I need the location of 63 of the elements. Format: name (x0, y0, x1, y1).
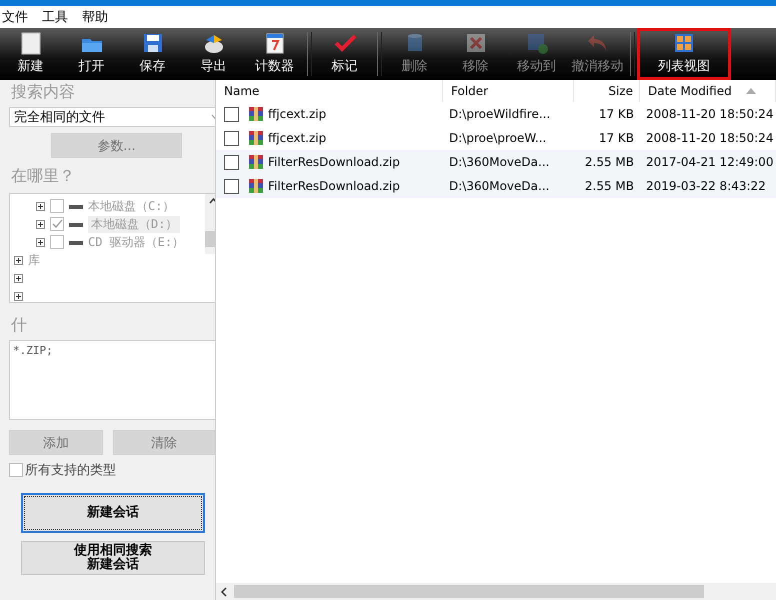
patterns-field[interactable]: *.ZIP; (9, 340, 215, 420)
column-header[interactable]: Name (216, 80, 443, 102)
expand-icon[interactable] (14, 256, 23, 264)
horizontal-scrollbar[interactable] (216, 583, 776, 600)
folder-cell-text: D:\360MoveDa... (448, 155, 550, 169)
date-cell-text: 2008-11-20 18:50:24 (645, 131, 774, 145)
section-heading: 在哪里？ (11, 166, 76, 187)
toolbar-button[interactable]: 列表视图 (637, 28, 731, 80)
folder-cell-text: D:\proe\proeW... (448, 131, 548, 145)
file-name: FilterResDownload.zip (268, 155, 400, 169)
folder-cell-text: D:\proeWildfire... (448, 107, 552, 121)
date-cell-text: 2019-03-22 8:43:22 (645, 179, 767, 193)
menu-item[interactable]: 帮助 (82, 8, 108, 26)
checkbox-label: 所有支持的类型 (25, 462, 116, 479)
checkbox[interactable] (50, 199, 64, 213)
toolbar-button[interactable]: 导出 (183, 28, 244, 80)
date-cell-text: 2008-11-20 18:50:24 (645, 107, 774, 121)
expand-icon[interactable] (14, 274, 23, 282)
toolbar-button[interactable]: 新建 (0, 28, 61, 80)
row-checkbox[interactable] (224, 130, 239, 146)
section-heading: 搜索内容 (11, 82, 76, 103)
size-cell-text: 17 KB (598, 131, 635, 145)
date-cell-text: 2017-04-21 12:49:00 (645, 155, 774, 169)
menu-item[interactable]: 文件 (2, 8, 28, 26)
column-header[interactable]: Size (574, 80, 640, 102)
size-cell-text: 2.55 MB (584, 155, 635, 169)
drive-icon (69, 203, 83, 209)
file-name: ffjcext.zip (268, 131, 326, 145)
folder-cell-text: D:\360MoveDa... (448, 179, 550, 193)
row-checkbox[interactable] (224, 178, 239, 194)
search-type-dropdown[interactable]: 完全相同的文件 (9, 107, 215, 127)
checkbox[interactable] (9, 463, 23, 477)
toolbar-button[interactable]: 标记 (314, 28, 375, 80)
expand-icon[interactable] (14, 292, 23, 300)
toolbar-button[interactable]: 保存 (122, 28, 183, 80)
row-checkbox[interactable] (224, 106, 239, 122)
archive-icon (248, 106, 264, 122)
column-header[interactable]: Folder (443, 80, 574, 102)
expand-icon[interactable] (36, 220, 45, 228)
file-name: FilterResDownload.zip (268, 179, 400, 193)
expand-icon[interactable] (36, 238, 45, 246)
drive-icon (69, 221, 83, 227)
size-cell-text: 17 KB (598, 107, 635, 121)
checkbox[interactable] (50, 235, 64, 249)
blank-page-icon (18, 31, 42, 55)
size-cell-text: 2.55 MB (584, 179, 635, 193)
section-heading: 什 (11, 315, 28, 336)
archive-icon (248, 130, 264, 146)
file-name: ffjcext.zip (268, 107, 326, 121)
archive-icon (248, 154, 264, 170)
column-header[interactable]: Date Modified (640, 80, 776, 102)
sort-ascending-icon (746, 88, 756, 94)
archive-icon (248, 178, 264, 194)
new-session-button[interactable]: 新建会话 (21, 493, 205, 533)
menu-item[interactable]: 工具 (42, 8, 68, 26)
toolbar-button[interactable]: 计数器 (244, 28, 305, 80)
toolbar-button[interactable]: 打开 (61, 28, 122, 80)
drive-icon (69, 239, 83, 245)
new-session-same-search-button[interactable]: 使用相同搜索新建会话 (21, 541, 205, 575)
row-checkbox[interactable] (224, 154, 239, 170)
grid-icon (672, 31, 696, 55)
expand-icon[interactable] (36, 202, 45, 210)
checkbox[interactable] (50, 217, 64, 231)
